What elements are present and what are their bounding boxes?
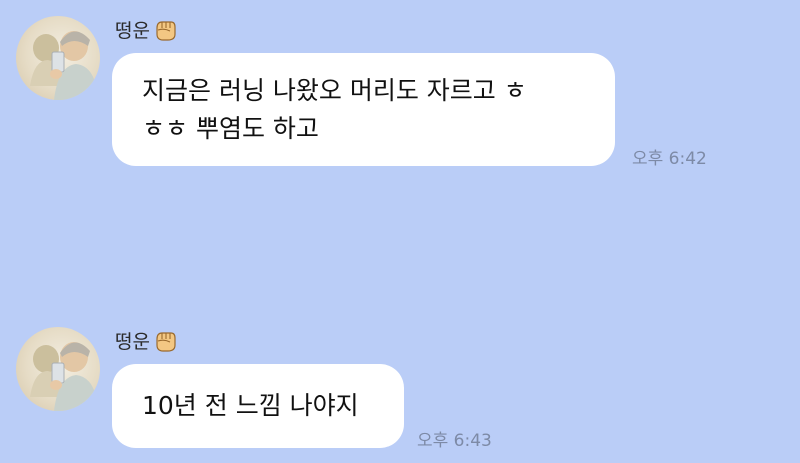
sender-name-row: 떵운 — [115, 327, 178, 354]
message-timestamp: 오후 6:43 — [417, 431, 492, 451]
chat-message: 떵운 10년 전 느낌 나야지 오후 6:43 — [0, 0, 800, 463]
message-bubble[interactable]: 10년 전 느낌 나야지 — [112, 364, 404, 448]
message-text-line: 10년 전 느낌 나야지 — [142, 391, 359, 420]
avatar-photo — [30, 342, 98, 411]
fist-icon — [156, 331, 176, 352]
sender-name: 떵운 — [115, 331, 150, 353]
avatar[interactable] — [16, 327, 100, 411]
